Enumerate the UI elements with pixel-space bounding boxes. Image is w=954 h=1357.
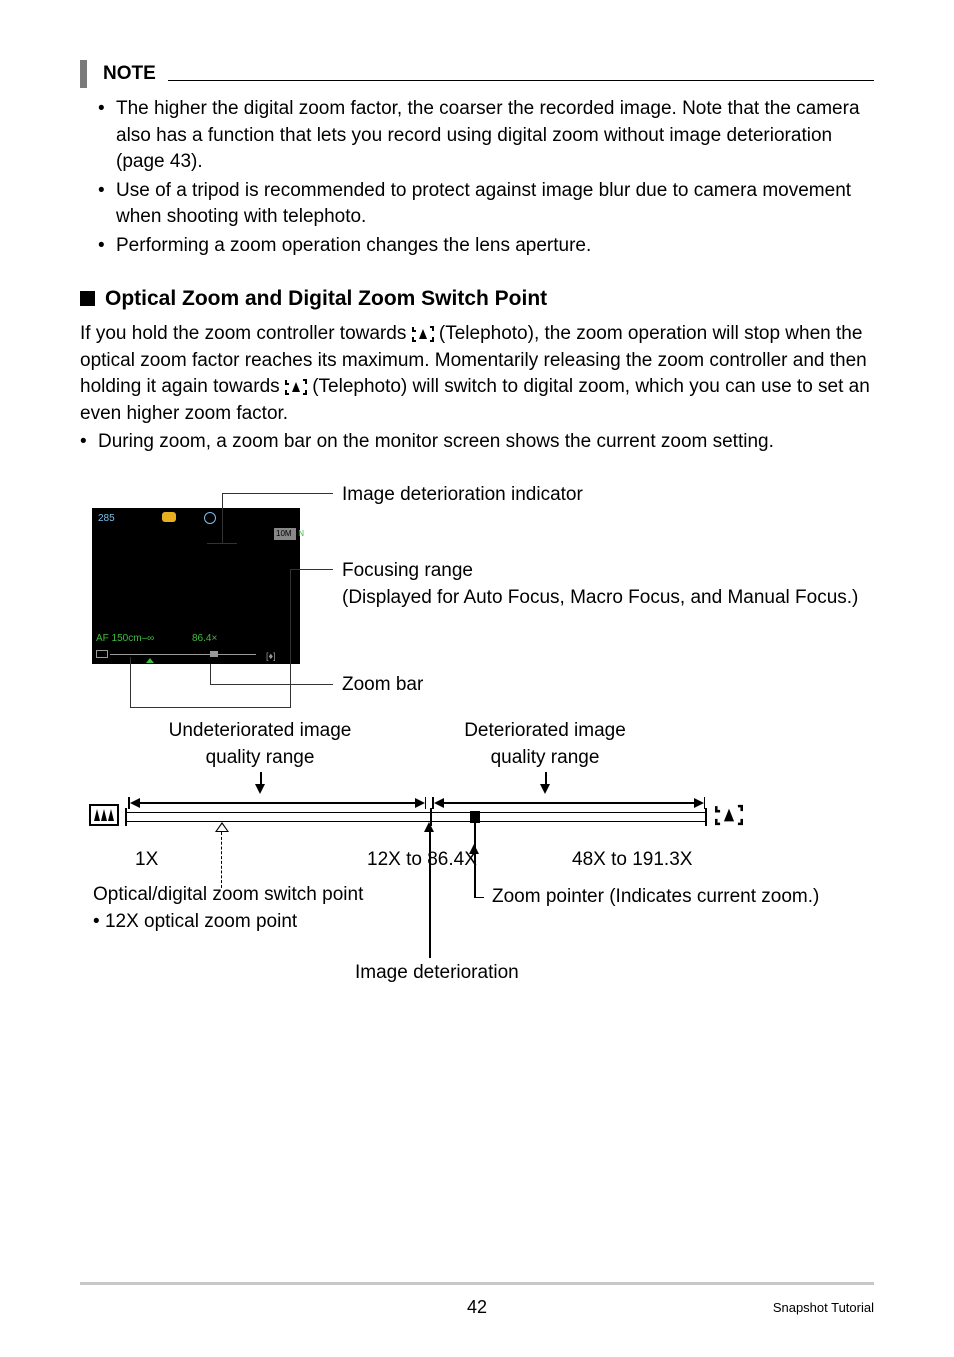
wide-frame-icon (96, 650, 108, 658)
callout-line (474, 852, 476, 897)
arrow-down-icon (255, 784, 265, 794)
zoom-pointer-label: Zoom pointer (Indicates current zoom.) (492, 884, 819, 911)
callout-line (290, 569, 291, 708)
deterioration-indicator-label: Image deterioration indicator (342, 482, 583, 509)
page-number: 42 (467, 1295, 487, 1320)
camera-preview: 285 10M AF 150cm–∞ 86.4× [♦] (92, 508, 300, 664)
note-underline (168, 80, 874, 81)
section-bullet-1: During zoom, a zoom bar on the monitor s… (80, 429, 874, 456)
switch-point-line-1: Optical/digital zoom switch point (93, 882, 363, 909)
note-bullet-3: Performing a zoom operation changes the … (98, 233, 874, 260)
callout-line (474, 897, 484, 899)
section-title: Optical Zoom and Digital Zoom Switch Poi… (105, 284, 547, 313)
telephoto-icon (285, 379, 307, 395)
camera-mode-icon (162, 512, 176, 522)
section-heading: Optical Zoom and Digital Zoom Switch Poi… (80, 284, 874, 313)
zoom-bar-chart (95, 804, 735, 834)
zoom-bar-label: Zoom bar (342, 672, 423, 699)
callout-line (210, 684, 333, 685)
note-bullets: The higher the digital zoom factor, the … (80, 96, 874, 260)
mid-range-label: 12X to 86.4X (367, 847, 477, 874)
footer-divider (80, 1282, 874, 1285)
camera-af-text: AF 150cm–∞ (96, 632, 154, 646)
callout-line (130, 657, 131, 707)
callout-line (290, 569, 333, 570)
focusing-range-label-2: (Displayed for Auto Focus, Macro Focus, … (342, 585, 858, 612)
arrow-up-icon (424, 822, 434, 832)
telephoto-icon (412, 326, 434, 342)
undeteriorated-line-1: Undeteriorated image (145, 718, 375, 745)
diagram: 285 10M AF 150cm–∞ 86.4× [♦] Image deter… (80, 484, 874, 1004)
wide-icon (89, 804, 119, 835)
note-header: NOTE (80, 60, 874, 88)
callout-line-vert (222, 493, 223, 543)
zoom-knob (210, 651, 218, 657)
deteriorated-label: Deteriorated image quality range (435, 718, 655, 771)
black-square-icon (80, 291, 95, 306)
footer-section: Snapshot Tutorial (773, 1299, 874, 1317)
arrow-up-icon (469, 844, 479, 854)
zoom-bar-track (125, 812, 705, 822)
zoom-bar-end-right (705, 808, 707, 826)
switch-point-triangle (215, 822, 229, 832)
telephoto-icon (715, 804, 743, 835)
tele-frame-icon: [♦] (266, 650, 278, 658)
dashed-line (221, 832, 222, 888)
undeteriorated-label: Undeteriorated image quality range (145, 718, 375, 771)
deteriorated-line-2: quality range (435, 745, 655, 772)
section-bullets: During zoom, a zoom bar on the monitor s… (80, 429, 874, 456)
callout-line (130, 707, 290, 708)
page-footer: 42 Snapshot Tutorial (0, 1282, 954, 1317)
camera-zoom-text: 86.4× (192, 632, 217, 646)
note-label: NOTE (103, 61, 156, 88)
camera-size-badge: 10M (274, 528, 296, 540)
switch-point-line-2: 12X optical zoom point (105, 911, 297, 932)
camera-counter: 285 (96, 512, 117, 526)
camera-magnify-icon (204, 512, 216, 524)
note-bar (80, 60, 87, 88)
zoom-track (110, 654, 256, 655)
note-bullet-1: The higher the digital zoom factor, the … (98, 96, 874, 176)
callout-line (210, 664, 211, 684)
switch-point-label: Optical/digital zoom switch point • 12X … (93, 882, 363, 935)
undeteriorated-line-2: quality range (145, 745, 375, 772)
high-range-label: 48X to 191.3X (572, 847, 692, 874)
callout-line (223, 493, 333, 494)
focusing-range-label-1: Focusing range (342, 558, 858, 585)
deteriorated-line-1: Deteriorated image (435, 718, 655, 745)
image-deterioration-label: Image deterioration (355, 960, 519, 987)
section-paragraph: If you hold the zoom controller towards … (80, 321, 874, 427)
para-part-1: If you hold the zoom controller towards (80, 323, 412, 344)
arrow-down-icon (540, 784, 550, 794)
callout-line (429, 830, 431, 958)
note-bullet-2: Use of a tripod is recommended to protec… (98, 178, 874, 231)
zoom-triangle (146, 658, 154, 663)
one-x-label: 1X (135, 847, 158, 874)
camera-zoom-bar: [♦] (96, 650, 266, 660)
callout-line-horiz (207, 543, 237, 544)
